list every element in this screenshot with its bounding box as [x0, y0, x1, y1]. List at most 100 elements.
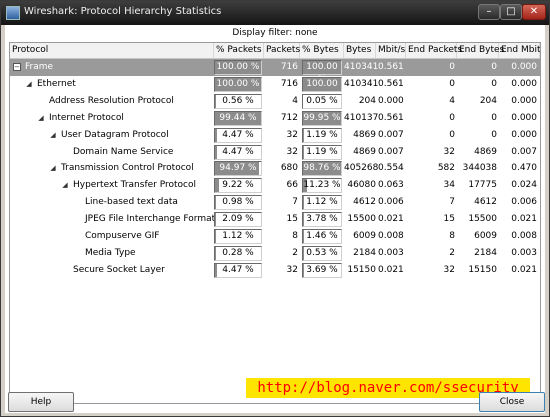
- expanded-arrow-icon[interactable]: ◢: [25, 80, 33, 88]
- end-bytes-count: 344038: [462, 163, 497, 174]
- percent-bytes-bar: 0.05 %: [302, 93, 342, 109]
- percent-bytes-bar-text: 1.19 %: [306, 146, 338, 157]
- percent-bytes-bar-text: 100.00 %: [306, 78, 338, 102]
- percent-packets-bar-text: 0.28 %: [222, 247, 254, 258]
- end-packets-count: 32: [443, 146, 455, 157]
- percent-bytes-bar-text: 98.76 %: [303, 163, 341, 174]
- end-mbit-rate: 0.000: [511, 78, 537, 89]
- packets-count: 66: [286, 180, 298, 191]
- percent-packets-bar-text: 4.47 %: [222, 264, 254, 275]
- end-packets-count: 0: [449, 62, 455, 72]
- percent-packets-bar-text: 0.56 %: [222, 95, 254, 106]
- percent-bytes-bar-text: 1.12 %: [306, 197, 338, 208]
- percent-packets-bar: 100.00 %: [214, 76, 262, 92]
- packets-count: 716: [280, 62, 298, 72]
- packets-count: 716: [280, 78, 298, 89]
- percent-bytes-bar: 1.12 %: [302, 195, 342, 211]
- column-header[interactable]: End Mbit/s: [499, 43, 540, 58]
- percent-packets-bar-text: 99.44 %: [219, 112, 257, 123]
- bytes-count: 6009: [353, 231, 376, 241]
- mbit-rate: 0.008: [378, 231, 404, 241]
- percent-bytes-bar-text: 11.23 %: [303, 180, 341, 191]
- percent-bytes-bar: 99.95 %: [302, 110, 342, 126]
- protocol-row[interactable]: ◢ Internet Protocol 99.44 % 712 99.95 % 41013…: [10, 110, 540, 127]
- bytes-count: 15500: [347, 214, 376, 225]
- percent-packets-bar: 0.56 %: [214, 93, 262, 109]
- percent-packets-bar: 94.97 %: [214, 161, 262, 177]
- protocol-row[interactable]: Address Resolution Protocol 0.56 % 4 0.05 %…: [10, 93, 540, 110]
- expanded-arrow-icon[interactable]: ◢: [61, 181, 69, 189]
- end-mbit-rate: 0.000: [511, 95, 537, 106]
- bytes-count: 4612: [353, 197, 376, 208]
- percent-packets-bar: 4.47 %: [214, 144, 262, 160]
- protocol-row[interactable]: ◢ Transmission Control Protocol 94.97 % 680…: [10, 160, 540, 177]
- expanded-arrow-icon[interactable]: ◢: [37, 114, 45, 122]
- protocol-row[interactable]: Secure Socket Layer 4.47 % 32 3.69 % 15150 0.…: [10, 262, 540, 279]
- end-bytes-count: 0: [491, 78, 497, 89]
- collapse-box-icon[interactable]: −: [13, 63, 21, 71]
- protocol-row[interactable]: Media Type 0.28 % 2 0.53 % 2184 0.003 2 2184 0.0…: [10, 245, 540, 262]
- mbit-rate: 0.021: [378, 214, 404, 225]
- title-bar[interactable]: Wireshark: Protocol Hierarchy Statistics…: [1, 1, 549, 25]
- protocol-row[interactable]: Domain Name Service 4.47 % 32 1.19 % 4869 0.0…: [10, 144, 540, 161]
- bytes-count: 2184: [353, 247, 376, 258]
- end-packets-count: 0: [449, 78, 455, 89]
- protocol-row[interactable]: −Frame 100.00 % 716 100.00 % 4103410.561 0 0 0.…: [10, 59, 540, 85]
- end-mbit-rate: 0.006: [511, 197, 537, 208]
- protocol-row[interactable]: ◢ Hypertext Transfer Protocol 9.22 % 66 11.2…: [10, 177, 540, 194]
- dialog-body: Display filter: none Protocol% Packets Pa…: [5, 25, 545, 413]
- end-bytes-count: 15150: [468, 264, 497, 275]
- column-header[interactable]: % Packets: [214, 43, 264, 58]
- percent-packets-bar-text: 100.00 %: [216, 62, 260, 72]
- end-packets-count: 0: [449, 129, 455, 140]
- end-mbit-rate: 0.024: [511, 180, 537, 191]
- mbit-rate: 0.007: [378, 146, 404, 157]
- end-bytes-count: 0: [491, 112, 497, 123]
- column-header[interactable]: Mbit/s: [376, 43, 406, 58]
- percent-bytes-bar: 100.00 %: [302, 76, 342, 102]
- end-mbit-rate: 0.021: [511, 214, 537, 225]
- bytes-count: 405268: [344, 163, 379, 174]
- help-button[interactable]: Help: [8, 392, 74, 412]
- mbit-rate: 0.063: [378, 180, 404, 191]
- protocol-name: Media Type: [85, 247, 136, 258]
- protocol-row[interactable]: JPEG File Interchange Format 2.09 % 15 3.78…: [10, 211, 540, 228]
- protocol-row[interactable]: Compuserve GIF 1.12 % 8 1.46 % 6009 0.008 8 600…: [10, 228, 540, 245]
- end-mbit-rate: 0.000: [511, 129, 537, 140]
- close-window-button[interactable]: ✕: [522, 4, 546, 20]
- packets-count: 15: [286, 214, 298, 225]
- protocol-tree-list[interactable]: Protocol% Packets Packets% Bytes Bytes Mbit…: [9, 42, 541, 404]
- protocol-row[interactable]: Line-based text data 0.98 % 7 1.12 % 4612 0.0…: [10, 194, 540, 211]
- end-bytes-count: 6009: [474, 231, 497, 241]
- end-mbit-rate: 0.021: [511, 264, 537, 275]
- column-header[interactable]: Protocol: [10, 43, 214, 58]
- maximize-button[interactable]: □: [500, 4, 522, 20]
- protocol-name: User Datagram Protocol: [61, 129, 169, 140]
- expanded-arrow-icon[interactable]: ◢: [49, 131, 57, 139]
- percent-bytes-bar: 1.46 %: [302, 229, 342, 244]
- protocol-row[interactable]: ◢ User Datagram Protocol 4.47 % 32 1.19 % 486…: [10, 127, 540, 144]
- protocol-name: Frame: [25, 62, 54, 72]
- percent-bytes-bar: 0.53 %: [302, 245, 342, 261]
- column-header[interactable]: Packets: [264, 43, 300, 58]
- percent-packets-bar: 100.00 %: [214, 60, 262, 75]
- column-header[interactable]: End Bytes: [457, 43, 504, 58]
- minimize-button[interactable]: –: [478, 4, 500, 20]
- percent-bytes-bar: 1.19 %: [302, 144, 342, 160]
- end-packets-count: 4: [449, 95, 455, 106]
- protocol-row[interactable]: ◢ Ethernet 100.00 % 716 100.00 % 4103410.561 0…: [10, 76, 540, 102]
- display-filter-label: Display filter: none: [232, 28, 318, 38]
- end-bytes-count: 204: [479, 95, 497, 106]
- percent-bytes-bar: 100.00 %: [302, 60, 342, 85]
- end-mbit-rate: 0.008: [511, 231, 537, 241]
- end-bytes-count: 0: [491, 129, 497, 140]
- mbit-rate: 0.006: [378, 197, 404, 208]
- column-header[interactable]: End Packets: [406, 43, 462, 58]
- percent-packets-bar-text: 100.00 %: [216, 78, 260, 89]
- mbit-rate: 0.007: [378, 129, 404, 140]
- expanded-arrow-icon[interactable]: ◢: [49, 164, 57, 172]
- column-header[interactable]: Bytes: [344, 43, 376, 58]
- close-button[interactable]: Close: [479, 392, 545, 412]
- bytes-count: 4869: [353, 129, 376, 140]
- column-header[interactable]: % Bytes: [300, 43, 344, 58]
